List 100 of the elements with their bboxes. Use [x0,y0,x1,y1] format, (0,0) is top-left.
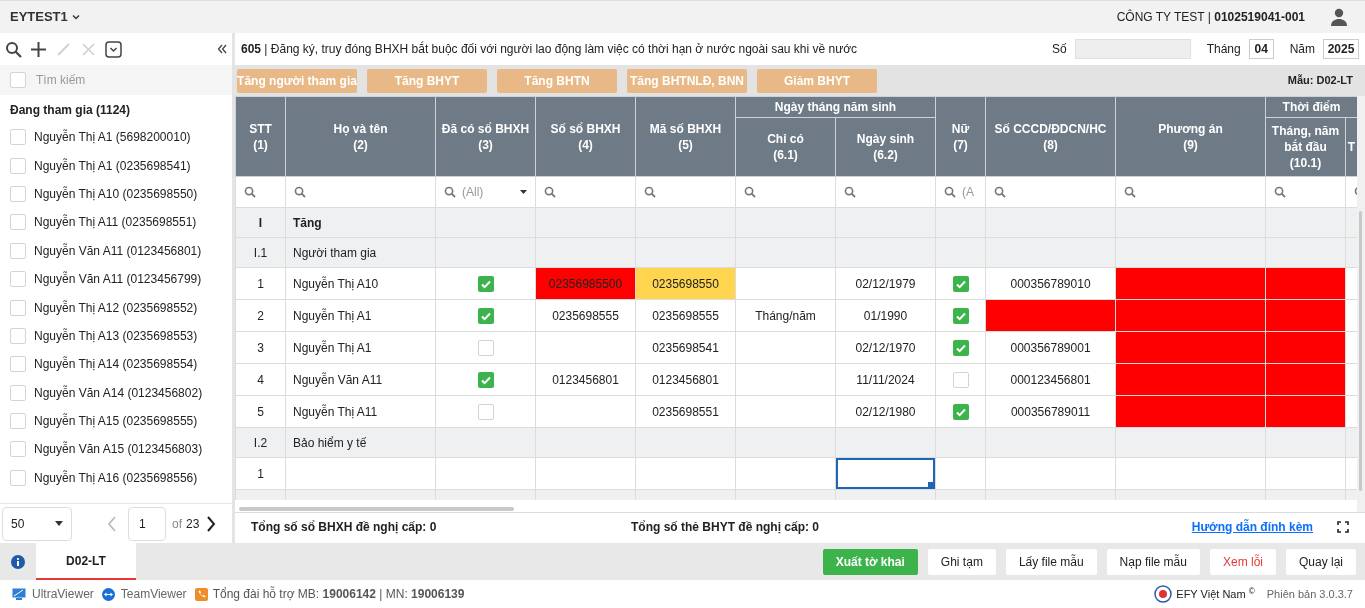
column-header[interactable]: Tháng, năm bắt đầu (10.1) [1265,117,1346,177]
user-icon[interactable] [1329,7,1349,27]
action-button[interactable]: Nạp file mẫu [1106,548,1200,575]
number-field[interactable] [1074,39,1191,59]
checkbox[interactable] [10,157,26,174]
checkbox[interactable] [952,371,969,388]
checkbox[interactable] [10,469,26,486]
action-button[interactable]: Quay lại [1285,548,1356,575]
table-cell: 3 [235,331,286,364]
search-icon [944,186,956,198]
page-count: 23 [186,515,200,533]
checkbox[interactable] [10,356,26,373]
checkbox[interactable] [952,275,969,292]
checkbox[interactable] [477,307,494,324]
fullscreen-icon[interactable] [1337,520,1349,533]
chevron-left-icon[interactable] [106,515,118,532]
checkbox[interactable] [10,384,26,401]
checkbox[interactable] [10,129,26,146]
version-text: Phiên bản 3.0.3.7 [1266,586,1353,602]
column-header[interactable]: Số sổ BHXH (4) [535,96,636,177]
column-header[interactable]: Số CCCD/ĐDCN/HC (8) [985,96,1116,177]
table-cell: 0235698550 [635,267,736,300]
search-icon [1124,186,1136,198]
checkbox[interactable] [477,371,494,388]
participant-item[interactable]: Nguyễn Văn A11 (0123456801) [0,236,232,265]
participant-item[interactable]: Nguyễn Thị A12 (0235698552) [0,293,232,322]
cards-total: Tổng số thẻ BHYT đề nghị cấp: 0 [631,518,819,536]
column-header[interactable]: STT (1) [235,96,286,177]
number-label: Số [1051,41,1067,58]
participant-item[interactable]: Nguyễn Thị A13 (0235698553) [0,321,232,351]
column-header[interactable]: Họ và tên (2) [285,96,436,177]
participant-item[interactable]: Nguyễn Văn A14 (0123456802) [0,378,232,407]
column-group-header: Ngày tháng năm sinh [735,96,936,118]
table-cell: 000123456801 [985,363,1116,396]
table-cell: 0235698541 [635,331,736,364]
table-cell: 2 [235,299,286,332]
year-field[interactable]: 2025 [1323,39,1359,59]
workspace-dropdown[interactable]: EYTEST1 [10,7,81,27]
table-cell: Nguyễn Thị A10 [285,267,436,300]
participant-item[interactable]: Nguyễn Thị A10 (0235698550) [0,179,232,209]
column-header[interactable]: Phương án (9) [1115,96,1266,177]
participant-item[interactable]: Nguyễn Thị A11 (0235698551) [0,208,232,237]
checkbox[interactable] [952,403,969,420]
checkbox[interactable] [10,214,26,231]
horizontal-scrollbar[interactable] [239,507,514,511]
checkbox[interactable] [10,271,26,288]
support-link[interactable]: TeamViewer [101,585,187,603]
participant-item[interactable]: Nguyễn Văn A15 (0123456803) [0,435,232,464]
vertical-scrollbar[interactable] [1359,211,1362,491]
checkbox[interactable] [10,242,26,259]
checkbox[interactable] [10,185,26,202]
checkbox[interactable] [10,441,26,458]
search-icon [644,186,656,198]
phone-icon [194,587,208,601]
error-button[interactable]: Xem lỗi [1209,548,1276,575]
page-of-label: of [172,515,182,533]
arrows-circle-icon [101,587,115,601]
checkbox[interactable] [10,299,26,316]
checkbox[interactable] [477,275,494,292]
document-tab[interactable]: D02-LT [36,543,136,580]
checkbox[interactable] [952,307,969,324]
add-icon[interactable] [30,40,47,58]
column-header[interactable]: Nữ (7) [935,96,986,177]
participant-item[interactable]: Nguyễn Thị A15 (0235698555) [0,406,232,436]
checkbox[interactable] [10,413,26,430]
checkbox[interactable] [10,327,26,344]
chevron-square-icon[interactable] [105,40,122,58]
participant-item[interactable]: Nguyễn Thị A1 (0235698541) [0,151,232,180]
template-label: Mẫu: D02-LT [1287,73,1353,89]
search-icon [994,186,1006,198]
participant-item[interactable]: Nguyễn Thị A1 (5698200010) [0,123,232,152]
search-icon [1274,186,1286,198]
action-button[interactable]: Ghi tạm [927,548,996,575]
checkbox[interactable] [10,72,26,88]
search-icon[interactable] [5,40,22,58]
column-header[interactable]: Mã số BHXH (5) [635,96,736,177]
checkbox[interactable] [477,403,494,420]
table-cell: 0123456801 [635,363,736,396]
search-field[interactable]: Tìm kiếm [36,65,232,95]
page-size-select[interactable]: 50 [2,506,72,541]
search-icon [444,186,456,198]
section-title: Bảo hiểm y tế [285,427,436,458]
column-header[interactable]: Chỉ có (6.1) [735,117,836,177]
month-field[interactable]: 04 [1248,39,1274,59]
checkbox[interactable] [952,339,969,356]
participant-item[interactable]: Nguyễn Thị A16 (0235698556) [0,463,232,493]
selected-cell[interactable] [836,458,935,489]
page-field[interactable]: 1 [128,506,166,541]
action-button[interactable]: Lấy file mẫu [1005,548,1097,575]
info-icon[interactable] [11,554,25,569]
chevron-right-icon[interactable] [205,515,218,532]
checkbox[interactable] [477,339,494,356]
column-header[interactable]: Đã có sổ BHXH (3) [435,96,536,177]
support-link[interactable]: UltraViewer [12,585,94,603]
participant-item[interactable]: Nguyễn Thị A14 (0235698554) [0,350,232,379]
participant-item[interactable]: Nguyễn Văn A11 (0123456799) [0,264,232,294]
collapse-icon[interactable] [217,44,227,54]
guide-link[interactable]: Hướng dẫn đính kèm [1191,517,1313,536]
column-header[interactable]: Ngày sinh (6.2) [835,117,936,177]
table-cell: 02/12/1980 [835,395,936,428]
